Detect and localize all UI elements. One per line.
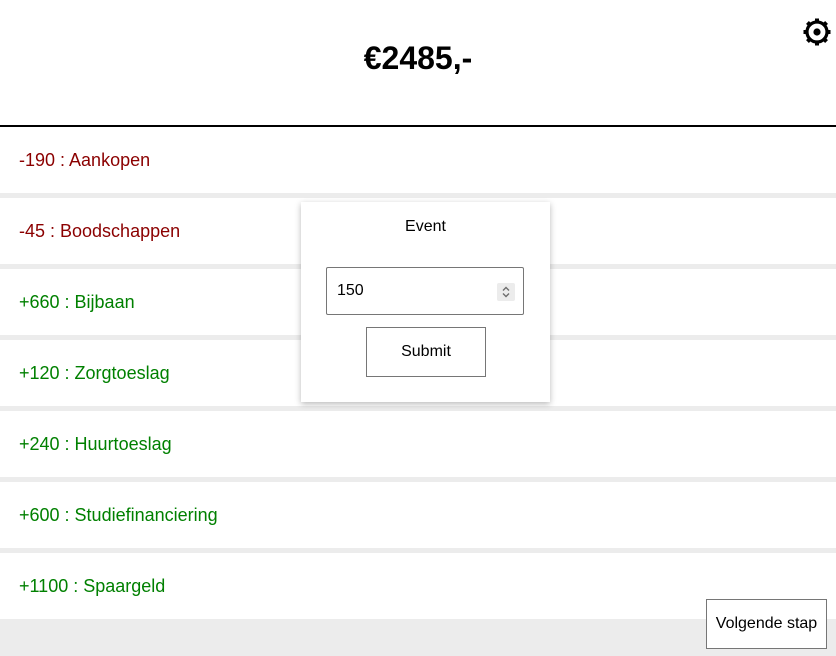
submit-button[interactable]: Submit [366,327,486,377]
balance-display: €2485,- [363,40,473,76]
event-row-aankopen[interactable]: -190 : Aankopen [0,127,836,193]
next-step-button[interactable]: Volgende stap [706,599,827,649]
number-spinner-icon[interactable] [497,283,515,301]
gear-icon[interactable] [802,17,832,47]
event-row-huurtoeslag[interactable]: +240 : Huurtoeslag [0,411,836,477]
event-row-studiefinanciering[interactable]: +600 : Studiefinanciering [0,482,836,548]
event-modal: Event Submit [301,202,550,402]
header: €2485,- [0,0,836,127]
modal-title: Event [405,218,446,235]
amount-input[interactable] [337,268,487,314]
amount-field[interactable] [326,267,524,315]
